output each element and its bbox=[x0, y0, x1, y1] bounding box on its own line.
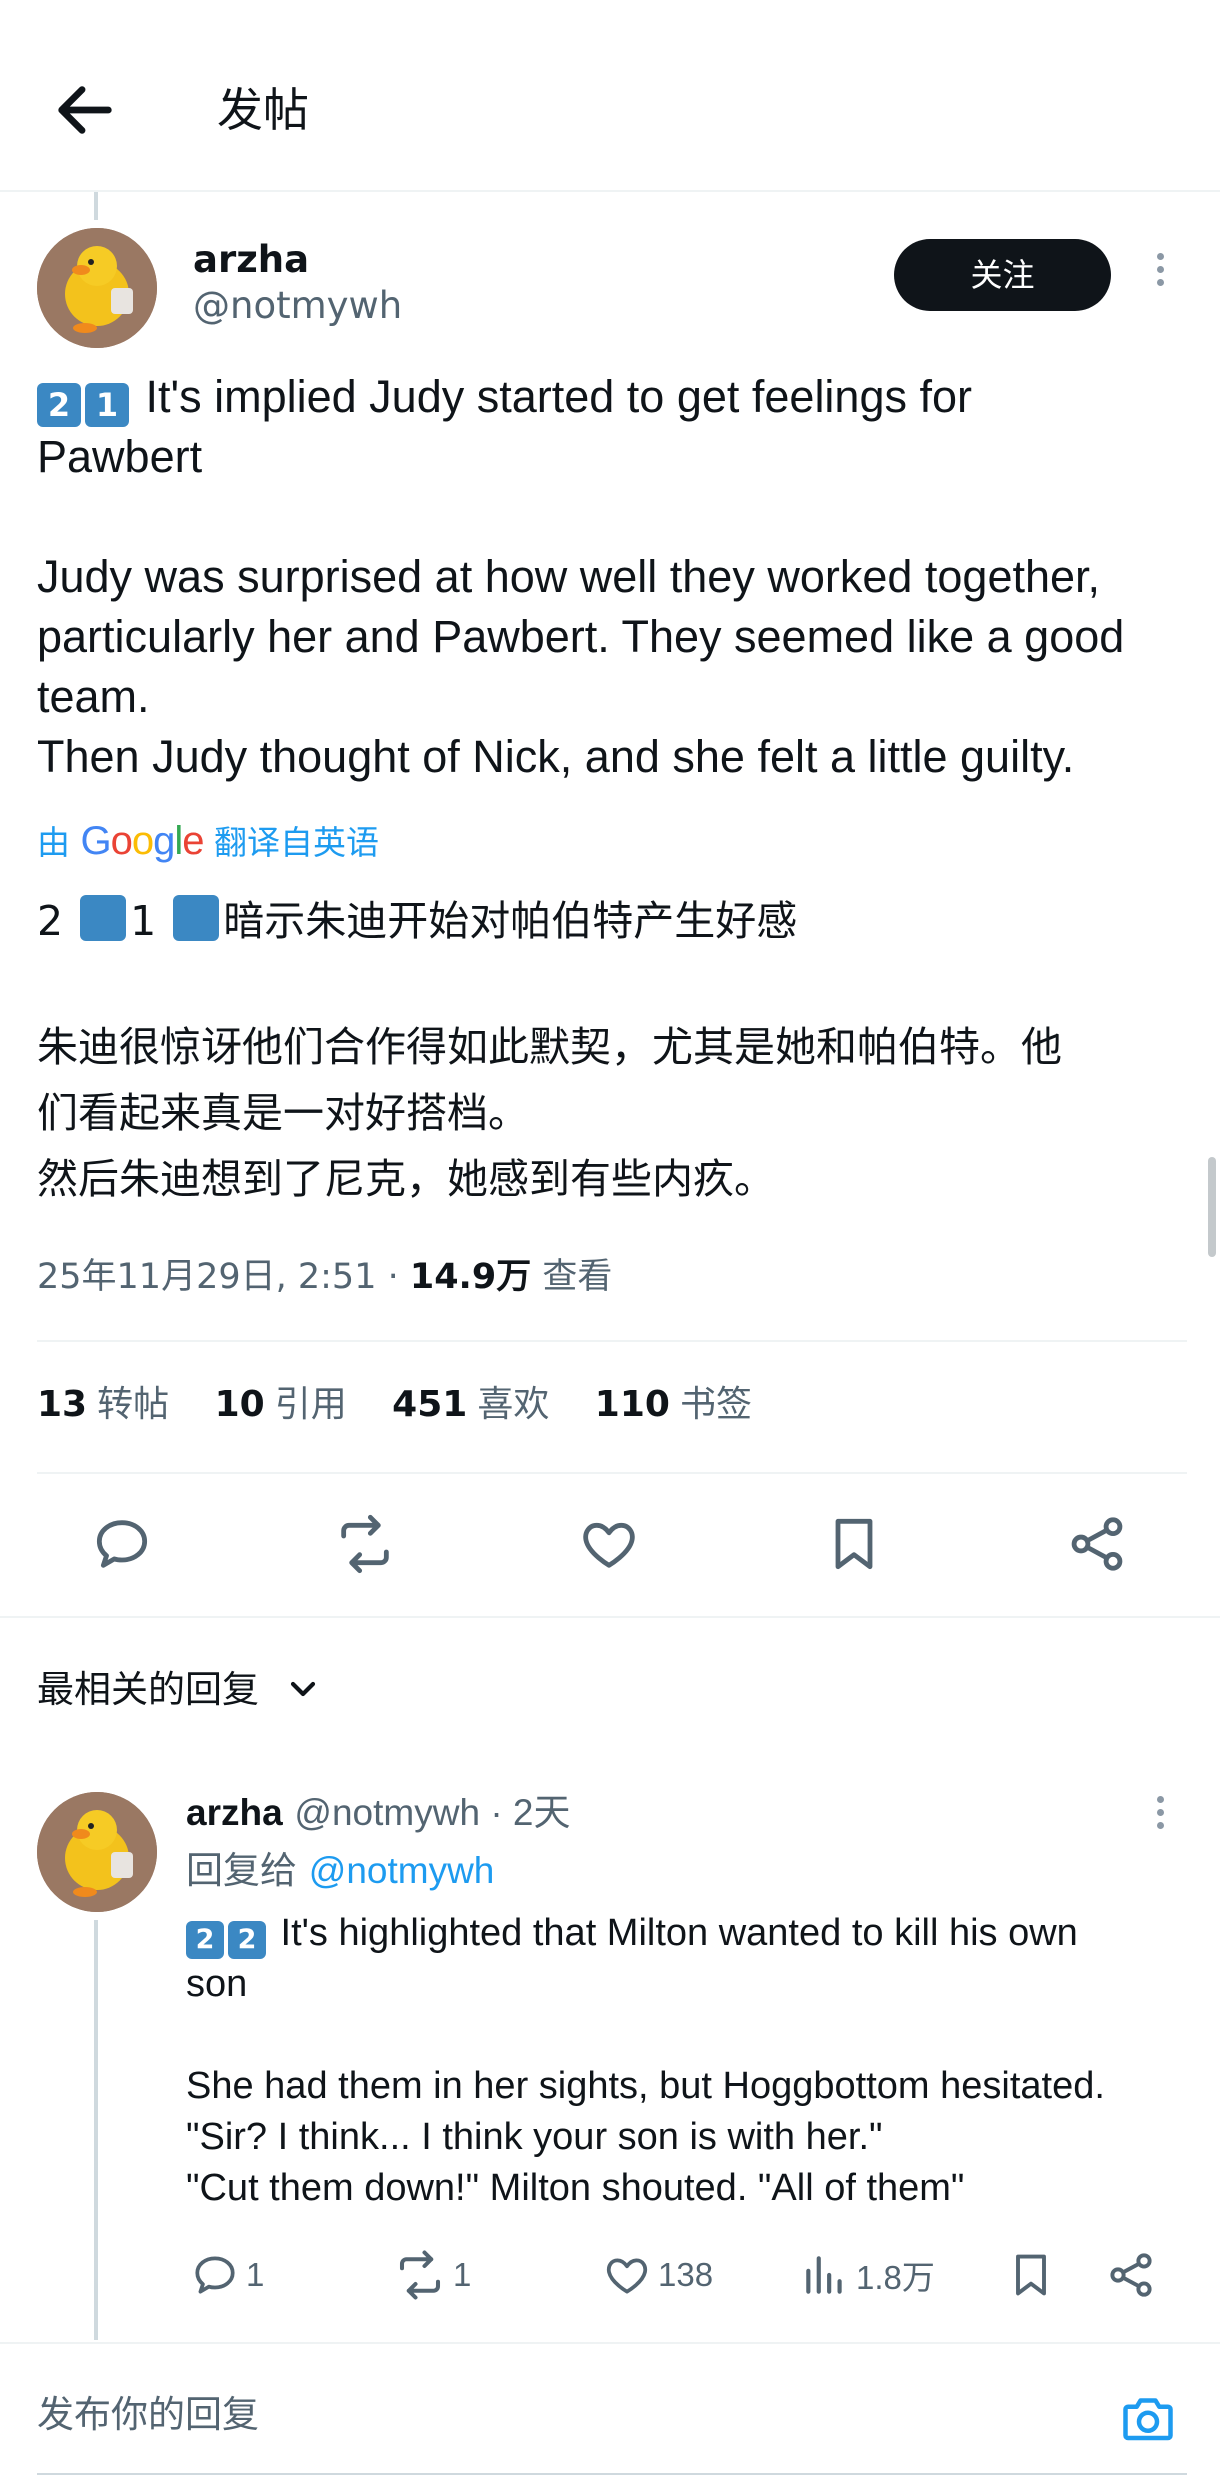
duck-avatar-image bbox=[37, 1792, 157, 1912]
reply-like-button[interactable]: 138 bbox=[602, 2245, 713, 2305]
reply-button[interactable] bbox=[90, 1512, 154, 1576]
share-icon bbox=[1071, 1517, 1123, 1571]
page-title: 发帖 bbox=[217, 83, 309, 137]
bookmark-icon bbox=[835, 1518, 873, 1570]
reply-share-button[interactable] bbox=[1105, 2245, 1163, 2305]
translation-label[interactable]: 由 Google 翻译自英语 bbox=[37, 818, 379, 864]
reply-reply-button[interactable]: 1 bbox=[190, 2245, 264, 2305]
zh-number: 1 bbox=[130, 897, 157, 945]
share-icon bbox=[1110, 2253, 1152, 2297]
author-name[interactable]: arzha bbox=[193, 238, 309, 282]
comment-icon bbox=[96, 1520, 148, 1568]
more-options-button[interactable] bbox=[1148, 247, 1172, 307]
repost-button[interactable] bbox=[333, 1512, 397, 1576]
duck-avatar-image bbox=[37, 228, 157, 348]
post-metadata: 25年11月29日, 2:51 · 14.9万 查看 bbox=[37, 1252, 612, 1302]
reply-author-name[interactable]: arzha bbox=[186, 1792, 283, 1833]
reply-views-button[interactable]: 1.8万 bbox=[800, 2245, 935, 2305]
reply-text-body: It's highlighted that Milton wanted to k… bbox=[186, 1912, 1105, 2209]
translated-body: 朱迪很惊讶他们合作得如此默契，尤其是她和帕伯特。他 们看起来真是一对好搭档。 然… bbox=[37, 1023, 1062, 1203]
comment-icon bbox=[195, 2256, 235, 2294]
top-bar bbox=[0, 0, 1220, 192]
bookmark-button[interactable] bbox=[822, 1512, 886, 1576]
divider bbox=[37, 1340, 1187, 1342]
divider bbox=[37, 1472, 1187, 1474]
follow-button[interactable]: 关注 bbox=[894, 239, 1111, 311]
engagement-stats: 13 转帖 10 引用 451 喜欢 110 书签 bbox=[37, 1380, 786, 1430]
reply-avatar[interactable] bbox=[37, 1792, 157, 1912]
reply-more-button[interactable] bbox=[1148, 1790, 1172, 1850]
heart-icon bbox=[583, 1522, 635, 1568]
reply-to-line: 回复给 @notmywh bbox=[186, 1846, 494, 1896]
keycap-emoji: 2 bbox=[228, 1921, 266, 1959]
stat-reposts[interactable]: 13 转帖 bbox=[37, 1380, 169, 1430]
views-label: 查看 bbox=[531, 1257, 613, 1297]
translation-prefix: 由 bbox=[37, 823, 70, 862]
keycap-emoji: 2 bbox=[186, 1921, 224, 1959]
bar-chart-icon bbox=[806, 2256, 842, 2294]
author-handle[interactable]: @notmywh bbox=[193, 284, 402, 328]
composer-underline bbox=[37, 2473, 1187, 2475]
reply-to-label: 回复给 bbox=[186, 1849, 309, 1892]
reply-handle-time[interactable]: @notmywh · 2天 bbox=[294, 1792, 570, 1833]
reply-input[interactable]: 发布你的回复 bbox=[37, 2390, 259, 2440]
like-button[interactable] bbox=[577, 1512, 641, 1576]
stat-bookmarks[interactable]: 110 书签 bbox=[595, 1380, 752, 1430]
avatar[interactable] bbox=[37, 228, 157, 348]
more-vertical-icon bbox=[1156, 1796, 1164, 1803]
scrollbar[interactable] bbox=[1208, 1157, 1216, 1257]
timestamp[interactable]: 25年11月29日, 2:51 · bbox=[37, 1257, 410, 1297]
camera-icon bbox=[1123, 2398, 1173, 2441]
reply-bookmark-button[interactable] bbox=[1005, 2245, 1063, 2305]
views-count: 14.9万 bbox=[409, 1257, 532, 1297]
repost-icon bbox=[399, 2250, 441, 2300]
google-logo: Google bbox=[80, 819, 205, 863]
keycap-box bbox=[80, 895, 127, 941]
mention-link[interactable]: @notmywh bbox=[309, 1850, 495, 1891]
heart-icon bbox=[606, 2258, 648, 2294]
keycap-box bbox=[173, 895, 220, 941]
sort-label: 最相关的回复 bbox=[37, 1668, 259, 1711]
thread-connector bbox=[94, 192, 98, 220]
reply-text: 22 It's highlighted that Milton wanted t… bbox=[186, 1908, 1186, 2214]
post-text: 21 It's implied Judy started to get feel… bbox=[37, 367, 1187, 787]
reply-header: arzha @notmywh · 2天 bbox=[186, 1788, 571, 1838]
thread-connector bbox=[94, 1920, 98, 2340]
zh-number: 2 bbox=[37, 897, 64, 945]
arrow-left-icon bbox=[58, 86, 112, 134]
stat-quotes[interactable]: 10 引用 bbox=[215, 1380, 347, 1430]
keycap-emoji: 1 bbox=[85, 383, 129, 427]
more-vertical-icon bbox=[1156, 253, 1164, 260]
share-button[interactable] bbox=[1065, 1512, 1129, 1576]
repost-icon bbox=[341, 1514, 389, 1574]
translation-suffix: 翻译自英语 bbox=[214, 823, 380, 862]
like-count: 138 bbox=[658, 2256, 714, 2293]
reply-repost-button[interactable]: 1 bbox=[393, 2245, 471, 2305]
section-divider bbox=[0, 1616, 1220, 1618]
bookmark-icon bbox=[1016, 2254, 1046, 2296]
back-button[interactable] bbox=[50, 75, 120, 145]
post-text-body: It's implied Judy started to get feeling… bbox=[37, 371, 1125, 782]
chevron-down-icon bbox=[290, 1681, 315, 1697]
reply-count: 1 bbox=[246, 2256, 265, 2293]
translated-title: 2 1 暗示朱迪开始对帕伯特产生好感 bbox=[37, 888, 1187, 954]
keycap-emoji: 2 bbox=[37, 383, 81, 427]
stat-likes[interactable]: 451 喜欢 bbox=[392, 1380, 549, 1430]
repost-count: 1 bbox=[453, 2256, 472, 2293]
replies-sort-dropdown[interactable]: 最相关的回复 bbox=[37, 1665, 323, 1715]
camera-button[interactable] bbox=[1118, 2388, 1178, 2448]
zh-title-text: 暗示朱迪开始对帕伯特产生好感 bbox=[223, 897, 798, 945]
views-count: 1.8万 bbox=[856, 2259, 935, 2296]
